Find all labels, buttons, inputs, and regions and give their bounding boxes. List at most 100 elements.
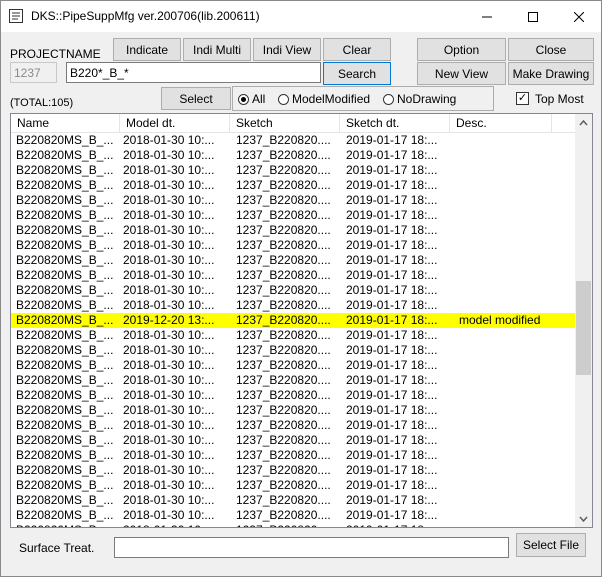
table-row[interactable]: B220820MS_B_... 2018-01-30 10:... 1237_B22… [11, 133, 577, 148]
surface-treat-label: Surface Treat. [19, 541, 95, 555]
table-row[interactable]: B220820MS_B_... 2018-01-30 10:... 1237_B22… [11, 493, 577, 508]
indicate-button[interactable]: Indicate [113, 38, 181, 61]
table-row[interactable]: B220820MS_B_... 2018-01-30 10:... 1237_B22… [11, 463, 577, 478]
option-button[interactable]: Option [417, 38, 506, 61]
top-most-label: Top Most [535, 92, 584, 106]
table-cell: 1237_B220820.... [236, 133, 331, 147]
column-header-sketch[interactable]: Sketch [230, 114, 340, 132]
maximize-button[interactable] [510, 1, 556, 32]
table-row[interactable]: B220820MS_B_... 2018-01-30 10:... 1237_B22… [11, 433, 577, 448]
table-cell: 1237_B220820.... [236, 328, 331, 342]
table-row[interactable]: B220820MS_B_... 2018-01-30 10:... 1237_B22… [11, 388, 577, 403]
table-row[interactable]: B220820MS_B_... 2018-01-30 10:... 1237_B22… [11, 478, 577, 493]
table-row[interactable]: B220820MS_B_... 2018-01-30 10:... 1237_B22… [11, 358, 577, 373]
table-row[interactable]: B220820MS_B_... 2018-01-30 10:... 1237_B22… [11, 298, 577, 313]
app-window: DKS::PipeSuppMfg ver.200706(lib.200611) … [0, 0, 602, 577]
maximize-icon [528, 11, 538, 22]
table-cell: model modified [459, 313, 541, 327]
table-cell: 2019-01-17 18:... [346, 328, 438, 342]
column-header-name[interactable]: Name [11, 114, 120, 132]
new-view-button[interactable]: New View [417, 62, 506, 85]
table-cell: 1237_B220820.... [236, 508, 331, 522]
table-cell: 2019-01-17 18:... [346, 403, 438, 417]
radio-all[interactable]: All [238, 92, 265, 106]
table-cell: 2019-01-17 18:... [346, 298, 438, 312]
surface-treat-field[interactable] [114, 537, 509, 558]
column-header-desc[interactable]: Desc. [450, 114, 552, 132]
scroll-thumb[interactable] [576, 281, 591, 375]
table-row[interactable]: B220820MS_B_... 2018-01-30 10:... 1237_B22… [11, 223, 577, 238]
table-cell: 2018-01-30 10:... [123, 148, 215, 162]
table-row[interactable]: B220820MS_B_... 2018-01-30 10:... 1237_B22… [11, 163, 577, 178]
table-cell: 1237_B220820.... [236, 343, 331, 357]
table-row[interactable]: B220820MS_B_... 2018-01-30 10:... 1237_B22… [11, 238, 577, 253]
clear-button[interactable]: Clear [323, 38, 391, 61]
make-drawing-button[interactable]: Make Drawing [508, 62, 594, 85]
table-cell: B220820MS_B_... [16, 328, 114, 342]
column-header-sketch-dt[interactable]: Sketch dt. [340, 114, 450, 132]
table-row[interactable]: B220820MS_B_... 2018-01-30 10:... 1237_B22… [11, 283, 577, 298]
table-cell: B220820MS_B_... [16, 388, 114, 402]
table-row[interactable]: B220820MS_B_... 2018-01-30 10:... 1237_B22… [11, 523, 577, 527]
table-cell: 1237_B220820.... [236, 283, 331, 297]
close-icon [574, 11, 584, 22]
table-cell: 1237_B220820.... [236, 238, 331, 252]
minimize-icon [482, 16, 492, 17]
scroll-down-button[interactable] [575, 510, 592, 527]
table-row[interactable]: B220820MS_B_... 2018-01-30 10:... 1237_B22… [11, 508, 577, 523]
table-row[interactable]: B220820MS_B_... 2018-01-30 10:... 1237_B22… [11, 148, 577, 163]
title-bar[interactable]: DKS::PipeSuppMfg ver.200706(lib.200611) [1, 1, 601, 32]
table-row[interactable]: B220820MS_B_... 2018-01-30 10:... 1237_B22… [11, 328, 577, 343]
top-most-checkbox[interactable]: ✓ [516, 92, 529, 105]
table-cell: 1237_B220820.... [236, 268, 331, 282]
table-row[interactable]: B220820MS_B_... 2018-01-30 10:... 1237_B22… [11, 178, 577, 193]
results-table[interactable]: Name Model dt. Sketch Sketch dt. Desc. B… [10, 113, 593, 528]
table-cell: B220820MS_B_... [16, 493, 114, 507]
vertical-scrollbar[interactable] [575, 114, 592, 527]
table-row[interactable]: B220820MS_B_... 2018-01-30 10:... 1237_B22… [11, 208, 577, 223]
table-row[interactable]: B220820MS_B_... 2018-01-30 10:... 1237_B22… [11, 418, 577, 433]
table-cell: 2019-01-17 18:... [346, 148, 438, 162]
close-window-button[interactable] [556, 1, 601, 32]
table-cell: 2019-01-17 18:... [346, 418, 438, 432]
table-cell: 1237_B220820.... [236, 403, 331, 417]
table-cell: 1237_B220820.... [236, 148, 331, 162]
scroll-up-button[interactable] [575, 114, 592, 131]
table-row[interactable]: B220820MS_B_... 2018-01-30 10:... 1237_B22… [11, 268, 577, 283]
table-cell: 2019-01-17 18:... [346, 178, 438, 192]
select-file-button[interactable]: Select File [516, 533, 586, 557]
table-cell: 1237_B220820.... [236, 448, 331, 462]
table-cell: B220820MS_B_... [16, 508, 114, 522]
table-cell: 2018-01-30 10:... [123, 448, 215, 462]
table-cell: 2018-01-30 10:... [123, 193, 215, 207]
table-cell: 2018-01-30 10:... [123, 358, 215, 372]
table-cell: 2018-01-30 10:... [123, 133, 215, 147]
table-row[interactable]: B220820MS_B_... 2018-01-30 10:... 1237_B22… [11, 193, 577, 208]
select-button[interactable]: Select [161, 87, 231, 110]
table-row[interactable]: B220820MS_B_... 2018-01-30 10:... 1237_B22… [11, 343, 577, 358]
column-header-model-dt[interactable]: Model dt. [120, 114, 230, 132]
table-row[interactable]: B220820MS_B_... 2018-01-30 10:... 1237_B22… [11, 448, 577, 463]
search-button[interactable]: Search [323, 62, 391, 85]
table-row[interactable]: B220820MS_B_... 2018-01-30 10:... 1237_B22… [11, 373, 577, 388]
radio-no-drawing[interactable]: NoDrawing [383, 92, 456, 106]
name-field[interactable]: B220*_B_* [66, 62, 321, 83]
table-cell: 1237_B220820.... [236, 223, 331, 237]
table-row[interactable]: B220820MS_B_... 2018-01-30 10:... 1237_B22… [11, 403, 577, 418]
table-row[interactable]: B220820MS_B_... 2019-12-20 13:... 1237_B22… [11, 313, 577, 328]
indi-multi-button[interactable]: Indi Multi [183, 38, 251, 61]
table-cell: 2018-01-30 10:... [123, 163, 215, 177]
indi-view-button[interactable]: Indi View [253, 38, 321, 61]
table-row[interactable]: B220820MS_B_... 2018-01-30 10:... 1237_B22… [11, 253, 577, 268]
table-cell: B220820MS_B_... [16, 283, 114, 297]
minimize-button[interactable] [464, 1, 510, 32]
table-cell: B220820MS_B_... [16, 403, 114, 417]
table-cell: B220820MS_B_... [16, 478, 114, 492]
radio-model-modified[interactable]: ModelModified [278, 92, 370, 106]
table-cell: 2018-01-30 10:... [123, 388, 215, 402]
table-cell: 1237_B220820.... [236, 418, 331, 432]
table-cell: 2019-01-17 18:... [346, 343, 438, 357]
project-field[interactable]: 1237 [10, 62, 57, 83]
project-label: PROJECT [10, 47, 67, 61]
close-button[interactable]: Close [508, 38, 594, 61]
